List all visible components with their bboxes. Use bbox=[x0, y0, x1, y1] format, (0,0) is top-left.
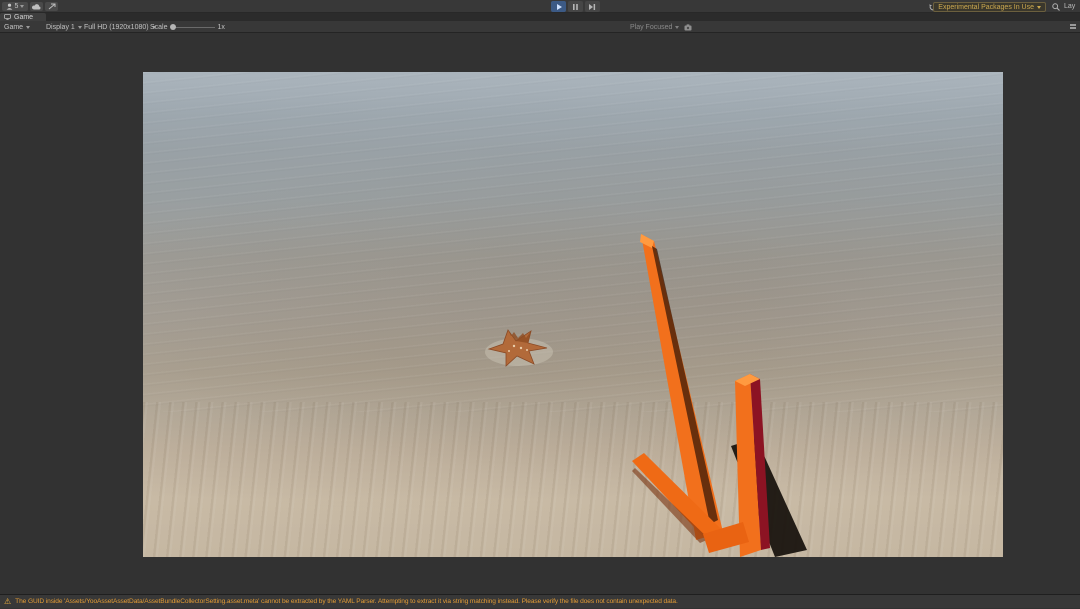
experimental-packages-label: Experimental Packages In Use bbox=[938, 4, 1034, 11]
resolution-label: Full HD (1920x1080) bbox=[84, 24, 149, 31]
chevron-down-icon bbox=[78, 26, 82, 29]
tab-game[interactable]: Game bbox=[0, 13, 46, 21]
scale-label: Scale bbox=[150, 24, 168, 31]
scale-value: 1x bbox=[218, 24, 225, 31]
scale-slider-handle[interactable] bbox=[170, 24, 176, 30]
play-focused-dropdown[interactable]: Play Focused bbox=[630, 21, 679, 33]
game-viewport[interactable] bbox=[143, 72, 1003, 557]
layers-dropdown[interactable]: Lay bbox=[1064, 3, 1075, 10]
play-button[interactable] bbox=[551, 1, 566, 12]
camera-icon bbox=[684, 24, 692, 31]
step-button[interactable] bbox=[585, 1, 600, 12]
resolution-dropdown[interactable]: Full HD (1920x1080) bbox=[84, 21, 156, 33]
chevron-down-icon bbox=[1037, 6, 1041, 9]
menu-dots-icon bbox=[1070, 24, 1076, 30]
play-icon bbox=[556, 4, 562, 10]
cloud-icon bbox=[32, 4, 41, 10]
tab-strip: Game bbox=[0, 13, 1080, 21]
view-mode-label: Game bbox=[4, 24, 23, 31]
capture-button[interactable] bbox=[684, 21, 692, 33]
warning-icon: ⚠ bbox=[4, 595, 11, 609]
view-mode-dropdown[interactable]: Game bbox=[4, 21, 30, 33]
cloud-button[interactable] bbox=[30, 2, 43, 11]
display-label: Display 1 bbox=[46, 24, 75, 31]
chevron-down-icon bbox=[26, 26, 30, 29]
panel-menu-button[interactable] bbox=[1070, 21, 1076, 33]
account-icon bbox=[6, 3, 13, 10]
version-control-icon bbox=[48, 3, 56, 10]
status-warning-message: The GUID inside 'Assets/YooAssetAssetDat… bbox=[15, 598, 678, 605]
main-toolbar: 5 bbox=[0, 0, 1080, 13]
pause-icon bbox=[573, 4, 578, 10]
orange-tool bbox=[143, 72, 1003, 557]
pause-button[interactable] bbox=[568, 1, 583, 12]
search-icon bbox=[1052, 3, 1060, 11]
game-view-icon bbox=[4, 14, 11, 20]
version-control-button[interactable] bbox=[45, 2, 58, 11]
tab-game-label: Game bbox=[14, 14, 33, 21]
account-count: 5 bbox=[15, 3, 19, 10]
chevron-down-icon bbox=[20, 5, 24, 8]
step-icon bbox=[589, 4, 596, 10]
experimental-packages-button[interactable]: Experimental Packages In Use bbox=[933, 2, 1046, 12]
scale-control: Scale 1x bbox=[150, 21, 225, 33]
scale-slider[interactable] bbox=[171, 27, 215, 28]
status-bar[interactable]: ⚠ The GUID inside 'Assets/YooAssetAssetD… bbox=[0, 594, 1080, 608]
editor-background bbox=[0, 33, 1080, 594]
display-dropdown[interactable]: Display 1 bbox=[46, 21, 82, 33]
search-button[interactable] bbox=[1049, 2, 1062, 11]
chevron-down-icon bbox=[675, 26, 679, 29]
game-view-toolbar: Game Display 1 Full HD (1920x1080) Scale… bbox=[0, 21, 1080, 33]
play-focused-label: Play Focused bbox=[630, 24, 672, 31]
play-controls bbox=[551, 1, 600, 12]
account-button[interactable]: 5 bbox=[2, 2, 28, 11]
